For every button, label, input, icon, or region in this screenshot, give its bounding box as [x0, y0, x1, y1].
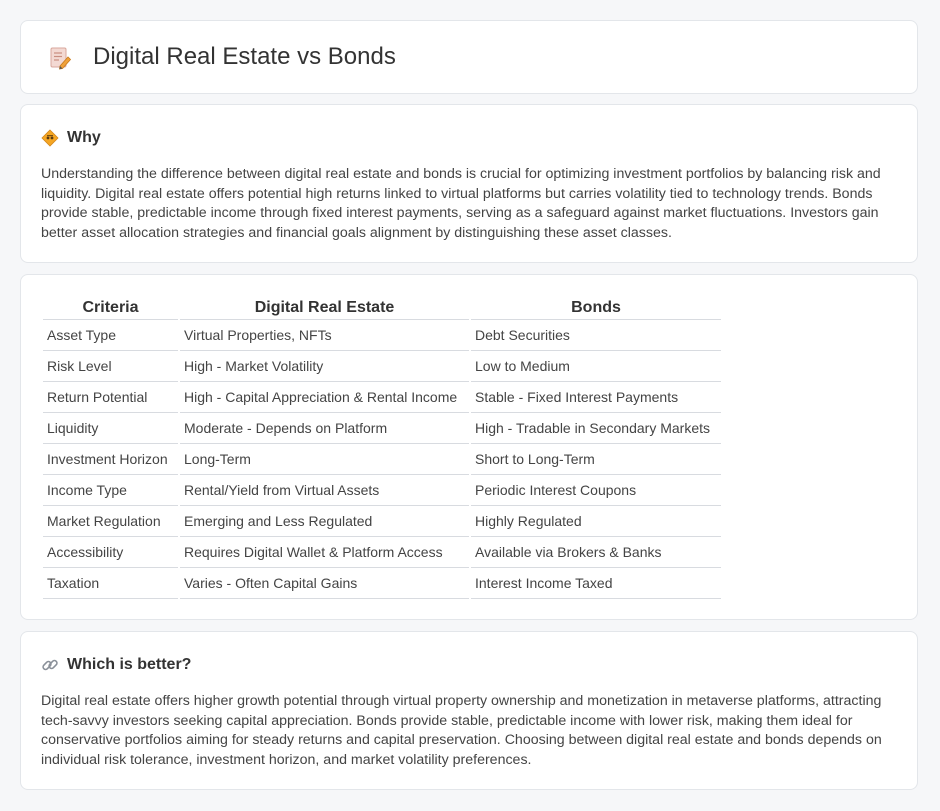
comparison-table: Criteria Digital Real Estate Bonds Asset… [41, 297, 723, 599]
criteria-cell: Investment Horizon [43, 444, 178, 475]
digital-real-estate-cell: Varies - Often Capital Gains [180, 568, 469, 599]
table-row: Risk Level High - Market Volatility Low … [43, 351, 721, 382]
which-is-better-heading: Which is better? [67, 656, 192, 673]
criteria-cell: Accessibility [43, 537, 178, 568]
digital-real-estate-cell: Long-Term [180, 444, 469, 475]
digital-real-estate-cell: High - Market Volatility [180, 351, 469, 382]
which-is-better-header: Which is better? [41, 654, 191, 676]
table-row: Income Type Rental/Yield from Virtual As… [43, 475, 721, 506]
table-row: Investment Horizon Long-Term Short to Lo… [43, 444, 721, 475]
table-row: Market Regulation Emerging and Less Regu… [43, 506, 721, 537]
table-row: Return Potential High - Capital Apprecia… [43, 382, 721, 413]
digital-real-estate-cell: High - Capital Appreciation & Rental Inc… [180, 382, 469, 413]
page-title: Digital Real Estate vs Bonds [93, 43, 396, 70]
why-section: Why Understanding the difference between… [20, 104, 918, 263]
bonds-cell: Available via Brokers & Banks [471, 537, 721, 568]
bonds-cell: Interest Income Taxed [471, 568, 721, 599]
criteria-cell: Market Regulation [43, 506, 178, 537]
criteria-cell: Liquidity [43, 413, 178, 444]
table-header-row: Criteria Digital Real Estate Bonds [43, 297, 721, 320]
column-header-bonds: Bonds [471, 297, 721, 320]
criteria-cell: Return Potential [43, 382, 178, 413]
which-is-better-text: Digital real estate offers higher growth… [41, 693, 882, 768]
comparison-section: Criteria Digital Real Estate Bonds Asset… [20, 274, 918, 620]
bonds-cell: High - Tradable in Secondary Markets [471, 413, 721, 444]
criteria-cell: Asset Type [43, 320, 178, 351]
why-text: Understanding the difference between dig… [41, 166, 881, 241]
table-row: Asset Type Virtual Properties, NFTs Debt… [43, 320, 721, 351]
bonds-cell: Short to Long-Term [471, 444, 721, 475]
column-header-criteria: Criteria [43, 297, 178, 320]
criteria-cell: Risk Level [43, 351, 178, 382]
bonds-cell: Stable - Fixed Interest Payments [471, 382, 721, 413]
link-icon [42, 659, 58, 671]
table-row: Taxation Varies - Often Capital Gains In… [43, 568, 721, 599]
bonds-cell: Low to Medium [471, 351, 721, 382]
criteria-cell: Taxation [43, 568, 178, 599]
table-row: Accessibility Requires Digital Wallet & … [43, 537, 721, 568]
title-card: Digital Real Estate vs Bonds [20, 20, 918, 94]
bonds-cell: Debt Securities [471, 320, 721, 351]
digital-real-estate-cell: Moderate - Depends on Platform [180, 413, 469, 444]
digital-real-estate-cell: Virtual Properties, NFTs [180, 320, 469, 351]
table-row: Liquidity Moderate - Depends on Platform… [43, 413, 721, 444]
which-is-better-section: Which is better? Digital real estate off… [20, 631, 918, 790]
why-heading: Why [67, 129, 101, 146]
why-header: Why [41, 127, 101, 149]
criteria-cell: Income Type [43, 475, 178, 506]
bonds-cell: Periodic Interest Coupons [471, 475, 721, 506]
digital-real-estate-cell: Emerging and Less Regulated [180, 506, 469, 537]
document-pencil-icon [50, 47, 72, 70]
digital-real-estate-cell: Rental/Yield from Virtual Assets [180, 475, 469, 506]
bonds-cell: Highly Regulated [471, 506, 721, 537]
digital-real-estate-cell: Requires Digital Wallet & Platform Acces… [180, 537, 469, 568]
diamond-icon [41, 129, 59, 147]
column-header-digital-real-estate: Digital Real Estate [180, 297, 469, 320]
